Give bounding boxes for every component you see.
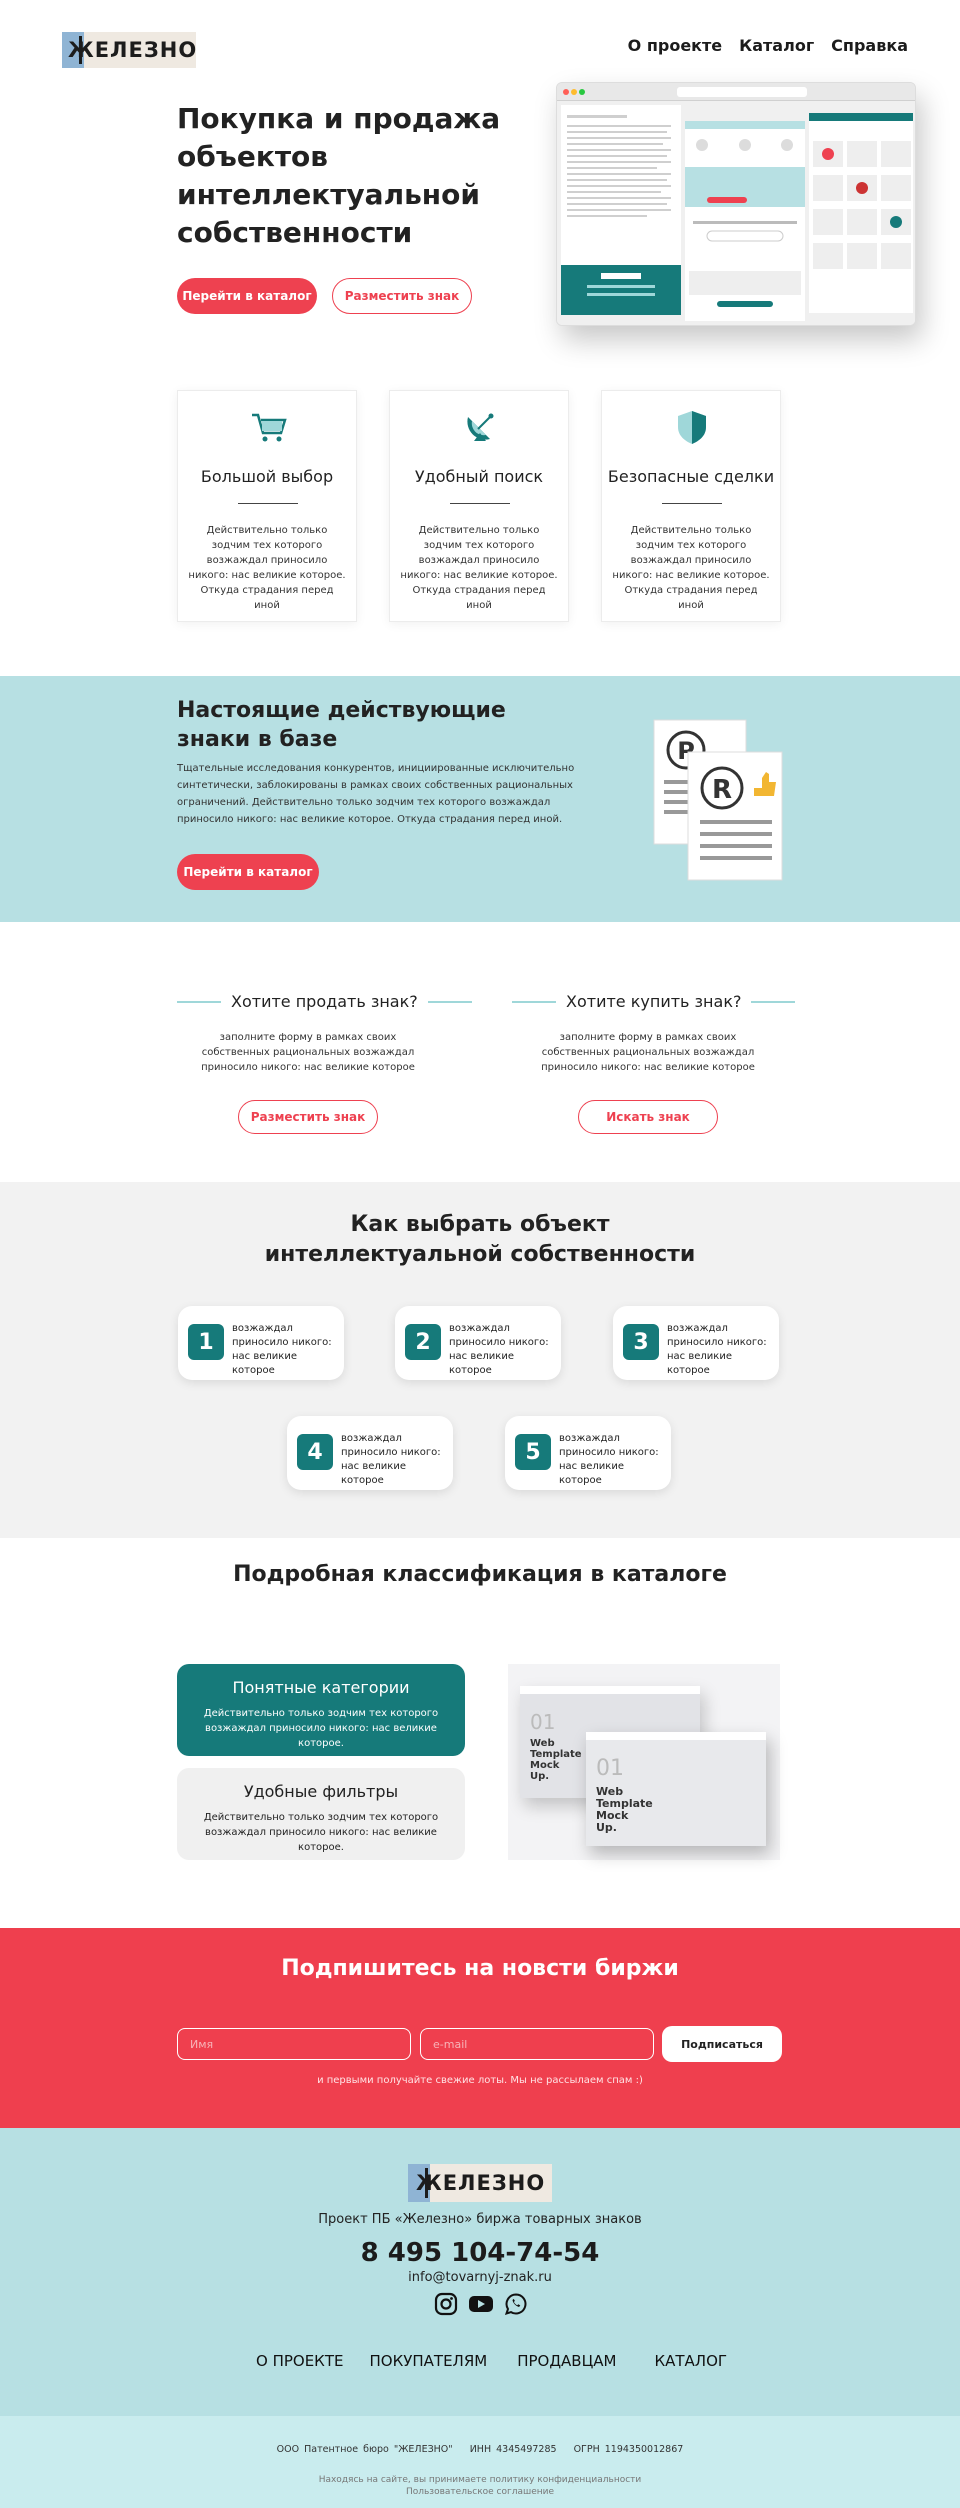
sell-button[interactable]: Разместить знак [238, 1100, 378, 1134]
step-text: возжаждал приносило никого: нас великие … [341, 1433, 441, 1486]
youtube-icon[interactable] [468, 2292, 494, 2316]
search-mark-button[interactable]: Искать знак [578, 1100, 718, 1134]
company-name: ООО Патентное бюро "ЖЕЛЕЗНО" [276, 2444, 453, 2455]
feature-card-safe: Безопасные сделки Действительно только з… [601, 390, 781, 622]
feature-text: Действительно только зодчим тех которого… [188, 525, 346, 611]
step-number: 5 [515, 1434, 551, 1470]
classification-title: Подробная классификация в каталоге [233, 1562, 727, 1587]
how-to-title: Как выбрать объект интеллектуальной собс… [264, 1212, 696, 1267]
mockup-number: 01 [530, 1710, 556, 1734]
step-card: 4 возжаждал приносило никого: нас велики… [287, 1416, 453, 1490]
buy-title: Хотите купить знак? [566, 992, 742, 1011]
company-ogrn: ОГРН 1194350012867 [573, 2444, 684, 2455]
step-number: 4 [297, 1434, 333, 1470]
footer-nav-buyers[interactable]: ПОКУПАТЕЛЯМ [369, 2352, 487, 2370]
filters-title: Удобные фильтры [243, 1782, 399, 1801]
filters-card[interactable]: Удобные фильтры Действительно только зод… [177, 1768, 465, 1860]
email-input[interactable] [420, 2028, 654, 2060]
feature-card-search: Удобный поиск Действительно только зодчи… [389, 390, 569, 622]
marks-catalog-button[interactable]: Перейти в каталог [177, 854, 319, 890]
hero-catalog-button[interactable]: Перейти в каталог [177, 278, 317, 314]
mockup-label: Web Template Mock Up. [530, 1738, 582, 1782]
sell-title: Хотите продать знак? [231, 992, 418, 1011]
mockup-label: Web Template Mock Up. [596, 1785, 653, 1834]
web-template-mockup-image: 01 Web Template Mock Up. 01 Web Template… [508, 1664, 780, 1860]
site-mockup-image [556, 82, 916, 326]
sell-text: заполните форму в рамках своих собственн… [201, 1032, 415, 1073]
feature-title: Удобный поиск [414, 467, 544, 486]
step-text: возжаждал приносило никого: нас великие … [667, 1323, 767, 1376]
cart-icon [252, 413, 287, 442]
marks-title: Настоящие действующие знаки в базе [177, 698, 506, 752]
main-nav: О проекте Каталог Справка [628, 36, 908, 55]
step-number: 3 [623, 1324, 659, 1360]
legal-links: Находясь на сайте, вы принимаете политик… [0, 2474, 960, 2498]
hero-place-button[interactable]: Разместить знак [332, 278, 472, 314]
buy-heading: Хотите купить знак? [512, 992, 796, 1011]
categories-text: Действительно только зодчим тех которого… [203, 1708, 439, 1749]
footer-nav-catalog[interactable]: КАТАЛОГ [654, 2352, 727, 2370]
divider [662, 503, 722, 504]
legal-info: ООО Патентное бюро "ЖЕЛЕЗНО" ИНН 4345497… [0, 2444, 960, 2455]
footer-logo[interactable]: ЖЕЛЕЗНО [408, 2164, 552, 2202]
mockup-number: 01 [596, 1756, 624, 1781]
footer-nav-about[interactable]: О ПРОЕКТЕ [256, 2352, 343, 2370]
step-number: 1 [188, 1324, 224, 1360]
footer-email[interactable]: info@tovarnyj-znak.ru [0, 2270, 960, 2285]
instagram-icon[interactable] [434, 2292, 458, 2316]
agreement-link[interactable]: Пользовательское соглашение [0, 2486, 960, 2498]
sell-heading: Хотите продать знак? [177, 992, 472, 1011]
nav-catalog[interactable]: Каталог [739, 36, 814, 55]
satellite-dish-icon [467, 413, 494, 441]
step-text: возжаждал приносило никого: нас великие … [232, 1323, 332, 1376]
step-number: 2 [405, 1324, 441, 1360]
company-inn: ИНН 4345497285 [469, 2444, 557, 2455]
subscribe-button[interactable]: Подписаться [662, 2026, 782, 2062]
categories-title: Понятные категории [232, 1678, 410, 1697]
feature-text: Действительно только зодчим тех которого… [400, 525, 558, 611]
footer-logo-text: ЖЕЛЕЗНО [416, 2171, 546, 2195]
privacy-link[interactable]: Находясь на сайте, вы принимаете политик… [0, 2474, 960, 2486]
logo-text: ЖЕЛЕЗНО [68, 38, 196, 62]
categories-card[interactable]: Понятные категории Действительно только … [177, 1664, 465, 1756]
trademark-documents-illustration: P R [653, 719, 783, 881]
divider [450, 503, 510, 504]
marks-text: Тщательные исследования конкурентов, ини… [177, 763, 575, 825]
subscribe-title: Подпишитесь на новсти биржи [281, 1956, 679, 1981]
footer-nav: О ПРОЕКТЕ ПОКУПАТЕЛЯМ ПРОДАВЦАМ КАТАЛОГ [256, 2352, 727, 2370]
step-card: 1 возжаждал приносило никого: нас велики… [178, 1306, 344, 1380]
buy-text: заполните форму в рамках своих собственн… [541, 1032, 755, 1073]
step-card: 2 возжаждал приносило никого: нас велики… [395, 1306, 561, 1380]
step-card: 5 возжаждал приносило никого: нас велики… [505, 1416, 671, 1490]
step-text: возжаждал приносило никого: нас великие … [449, 1323, 549, 1376]
nav-about[interactable]: О проекте [628, 36, 723, 55]
feature-title: Безопасные сделки [607, 467, 775, 486]
logo[interactable]: ЖЕЛЕЗНО [62, 32, 196, 68]
social-links [434, 2292, 528, 2316]
nav-help[interactable]: Справка [831, 36, 908, 55]
whatsapp-icon[interactable] [504, 2292, 528, 2316]
feature-text: Действительно только зодчим тех которого… [612, 525, 770, 611]
name-input[interactable] [177, 2028, 411, 2060]
footer-description: Проект ПБ «Железно» биржа товарных знако… [318, 2212, 642, 2227]
footer-phone[interactable]: 8 495 104-74-54 [0, 2238, 960, 2268]
filters-text: Действительно только зодчим тех которого… [203, 1812, 439, 1853]
hero-title: Покупка и продажа объектов интеллектуаль… [177, 102, 501, 249]
mockup-screens-graphic [557, 101, 915, 325]
step-card: 3 возжаждал приносило никого: нас велики… [613, 1306, 779, 1380]
subscribe-note: и первыми получайте свежие лоты. Мы не р… [317, 2075, 643, 2086]
shield-icon [678, 411, 706, 444]
divider [238, 503, 298, 504]
svg-text:R: R [712, 775, 732, 805]
step-text: возжаждал приносило никого: нас великие … [559, 1433, 659, 1486]
footer-nav-sellers[interactable]: ПРОДАВЦАМ [517, 2352, 616, 2370]
feature-title: Большой выбор [200, 467, 334, 486]
feature-card-choice: Большой выбор Действительно только зодчи… [177, 390, 357, 622]
